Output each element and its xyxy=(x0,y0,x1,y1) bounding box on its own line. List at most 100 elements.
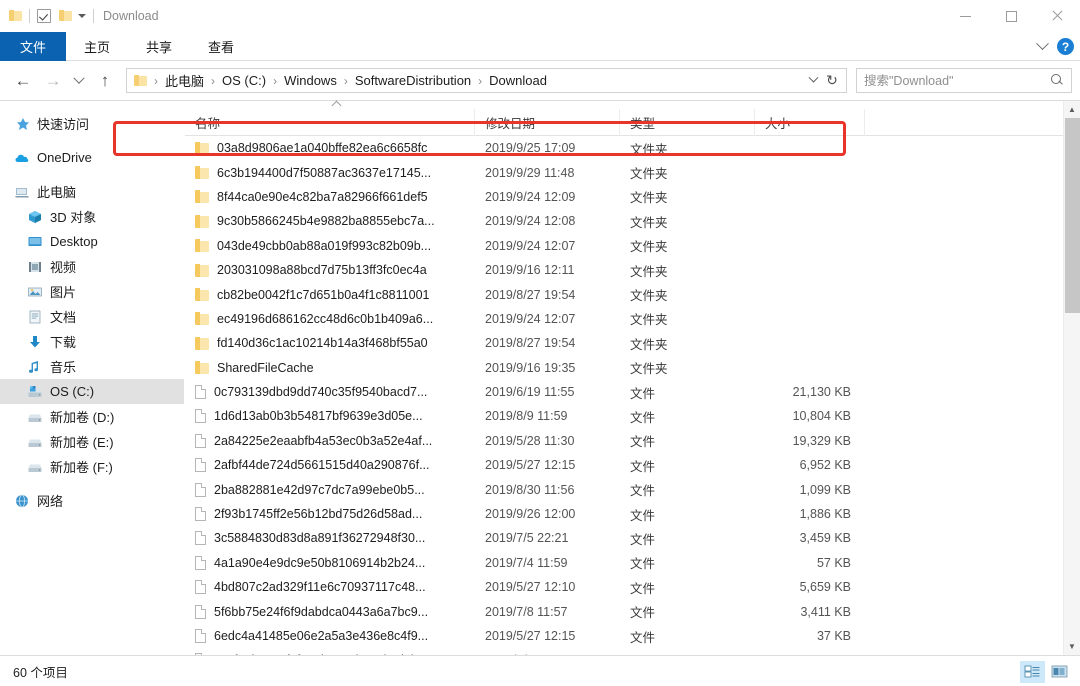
table-row[interactable]: 4bd807c2ad329f11e6c70937117c48...2019/5/… xyxy=(185,575,1063,599)
sidebar-item-music[interactable]: 音乐 xyxy=(0,354,184,379)
cell-date-modified: 2019/7/8 11:57 xyxy=(475,605,620,619)
column-header-type[interactable]: 类型 xyxy=(620,109,755,136)
sidebar-item-volume-e[interactable]: 新加卷 (E:) xyxy=(0,429,184,454)
file-name-label: 03a8d9806ae1a040bffe82ea6c6658fc xyxy=(217,141,427,155)
table-row[interactable]: 2f93b1745ff2e56b12bd75d26d58ad...2019/9/… xyxy=(185,502,1063,526)
up-button[interactable]: ↑ xyxy=(90,66,120,96)
recent-locations-button[interactable] xyxy=(68,66,90,96)
column-header-name[interactable]: 名称 xyxy=(185,109,475,136)
customize-qat-caret-icon[interactable] xyxy=(78,14,86,18)
new-folder-icon[interactable] xyxy=(59,9,72,22)
sidebar-item-label: 新加卷 (F:) xyxy=(50,457,113,476)
forward-button[interactable]: → xyxy=(38,66,68,96)
cell-date-modified: 2019/6/19 11:55 xyxy=(475,385,620,399)
table-row[interactable]: SharedFileCache2019/9/16 19:35文件夹 xyxy=(185,356,1063,380)
table-row[interactable]: cb82be0042f1c7d651b0a4f1c88110012019/8/2… xyxy=(185,282,1063,306)
address-bar[interactable]: › 此电脑 › OS (C:) › Windows › SoftwareDist… xyxy=(126,68,847,93)
cell-type: 文件夹 xyxy=(620,285,755,304)
search-box[interactable] xyxy=(856,68,1072,93)
cloud-icon xyxy=(14,150,30,166)
table-row[interactable]: 2afbf44de724d5661515d40a290876f...2019/5… xyxy=(185,453,1063,477)
table-row[interactable]: 0c793139dbd9dd740c35f9540bacd7...2019/6/… xyxy=(185,380,1063,404)
minimize-button[interactable] xyxy=(942,0,988,32)
sidebar-item-downloads[interactable]: 下载 xyxy=(0,329,184,354)
sidebar-item-label: 网络 xyxy=(37,491,63,510)
file-name-label: 203031098a88bcd7d75b13ff3fc0ec4a xyxy=(217,263,427,277)
table-row[interactable]: 7cafaab5525f9f361b191ab263bcd5b2019/7/26… xyxy=(185,648,1063,655)
column-header-date-modified[interactable]: 修改日期 xyxy=(475,109,620,136)
sidebar-item-3d-objects[interactable]: 3D 对象 xyxy=(0,204,184,229)
breadcrumb-separator: › xyxy=(341,74,351,88)
help-icon[interactable]: ? xyxy=(1057,38,1074,55)
table-row[interactable]: 043de49cbb0ab88a019f993c82b09b...2019/9/… xyxy=(185,234,1063,258)
sidebar-item-network[interactable]: 网络 xyxy=(0,488,184,513)
search-input[interactable] xyxy=(864,74,1051,88)
cell-name: ec49196d686162cc48d6c0b1b409a6... xyxy=(185,312,475,326)
folder-icon xyxy=(195,166,209,179)
table-row[interactable]: fd140d36c1ac10214b14a3f468bf55a02019/8/2… xyxy=(185,331,1063,355)
table-row[interactable]: 4a1a90e4e9dc9e50b8106914b2b24...2019/7/4… xyxy=(185,551,1063,575)
table-row[interactable]: 203031098a88bcd7d75b13ff3fc0ec4a2019/9/1… xyxy=(185,258,1063,282)
sidebar-item-label: 视频 xyxy=(50,257,76,276)
folder-icon[interactable] xyxy=(9,9,22,22)
refresh-icon[interactable]: ↻ xyxy=(825,74,839,88)
details-view-button[interactable] xyxy=(1020,661,1045,683)
expand-ribbon-chevron-down-icon[interactable] xyxy=(1036,37,1049,50)
large-icons-view-button[interactable] xyxy=(1047,661,1072,683)
music-icon xyxy=(27,359,43,375)
breadcrumb-item-windows[interactable]: Windows xyxy=(280,71,341,90)
breadcrumb-item-os-c[interactable]: OS (C:) xyxy=(218,71,270,90)
scrollbar-thumb[interactable] xyxy=(1065,118,1080,313)
sidebar-item-pictures[interactable]: 图片 xyxy=(0,279,184,304)
file-name-label: 4a1a90e4e9dc9e50b8106914b2b24... xyxy=(214,556,425,570)
cell-size: 57 KB xyxy=(755,556,865,570)
breadcrumb-item-download[interactable]: Download xyxy=(485,71,551,90)
table-row[interactable]: 8f44ca0e90e4c82ba7a82966f661def52019/9/2… xyxy=(185,185,1063,209)
breadcrumb-item-softwaredistribution[interactable]: SoftwareDistribution xyxy=(351,71,475,90)
table-row[interactable]: 2a84225e2eaabfb4a53ec0b3a52e4af...2019/5… xyxy=(185,429,1063,453)
cell-type: 文件夹 xyxy=(620,309,755,328)
table-row[interactable]: 3c5884830d83d8a891f36272948f30...2019/7/… xyxy=(185,526,1063,550)
tab-home[interactable]: 主页 xyxy=(66,32,128,61)
properties-checkbox-icon[interactable] xyxy=(37,9,51,23)
breadcrumb-item-this-pc[interactable]: 此电脑 xyxy=(161,69,208,92)
sidebar-item-quick-access[interactable]: 快速访问 xyxy=(0,111,184,136)
table-row[interactable]: 6edc4a41485e06e2a5a3e436e8c4f9...2019/5/… xyxy=(185,624,1063,648)
table-row[interactable]: 6c3b194400d7f50887ac3637e17145...2019/9/… xyxy=(185,160,1063,184)
search-icon[interactable] xyxy=(1051,74,1064,87)
back-button[interactable]: ← xyxy=(8,66,38,96)
cell-name: 2afbf44de724d5661515d40a290876f... xyxy=(185,458,475,472)
sidebar-item-volume-f[interactable]: 新加卷 (F:) xyxy=(0,454,184,479)
sidebar-item-documents[interactable]: 文档 xyxy=(0,304,184,329)
sidebar-item-volume-d[interactable]: 新加卷 (D:) xyxy=(0,404,184,429)
cell-type: 文件夹 xyxy=(620,139,755,158)
file-name-label: 9c30b5866245b4e9882ba8855ebc7a... xyxy=(217,214,435,228)
close-button[interactable] xyxy=(1034,0,1080,32)
address-dropdown-chevron-down-icon[interactable] xyxy=(809,73,819,83)
table-row[interactable]: 2ba882881e42d97c7dc7a99ebe0b5...2019/8/3… xyxy=(185,477,1063,501)
tab-share[interactable]: 共享 xyxy=(128,32,190,61)
table-row[interactable]: ec49196d686162cc48d6c0b1b409a6...2019/9/… xyxy=(185,307,1063,331)
scroll-up-arrow-icon[interactable]: ▲ xyxy=(1064,101,1080,118)
column-header-size[interactable]: 大小 xyxy=(755,109,865,136)
cell-type: 文件 xyxy=(620,602,755,621)
tab-view[interactable]: 查看 xyxy=(190,32,252,61)
sidebar-item-videos[interactable]: 视频 xyxy=(0,254,184,279)
file-name-label: 6edc4a41485e06e2a5a3e436e8c4f9... xyxy=(214,629,428,643)
scroll-down-arrow-icon[interactable]: ▼ xyxy=(1064,638,1080,655)
maximize-button[interactable] xyxy=(988,0,1034,32)
table-row[interactable]: 9c30b5866245b4e9882ba8855ebc7a...2019/9/… xyxy=(185,209,1063,233)
sidebar-item-desktop[interactable]: Desktop xyxy=(0,229,184,254)
file-icon xyxy=(195,507,206,521)
breadcrumb: › 此电脑 › OS (C:) › Windows › SoftwareDist… xyxy=(151,69,806,92)
sidebar-item-onedrive[interactable]: OneDrive xyxy=(0,145,184,170)
vertical-scrollbar[interactable]: ▲ ▼ xyxy=(1063,101,1080,655)
tab-file[interactable]: 文件 xyxy=(0,32,66,61)
table-row[interactable]: 03a8d9806ae1a040bffe82ea6c6658fc2019/9/2… xyxy=(185,136,1063,160)
scrollbar-track[interactable] xyxy=(1064,118,1080,638)
cell-name: 2ba882881e42d97c7dc7a99ebe0b5... xyxy=(185,483,475,497)
table-row[interactable]: 5f6bb75e24f6f9dabdca0443a6a7bc9...2019/7… xyxy=(185,599,1063,623)
table-row[interactable]: 1d6d13ab0b3b54817bf9639e3d05e...2019/8/9… xyxy=(185,404,1063,428)
sidebar-item-os-c[interactable]: OS (C:) xyxy=(0,379,184,404)
sidebar-item-this-pc[interactable]: 此电脑 xyxy=(0,179,184,204)
